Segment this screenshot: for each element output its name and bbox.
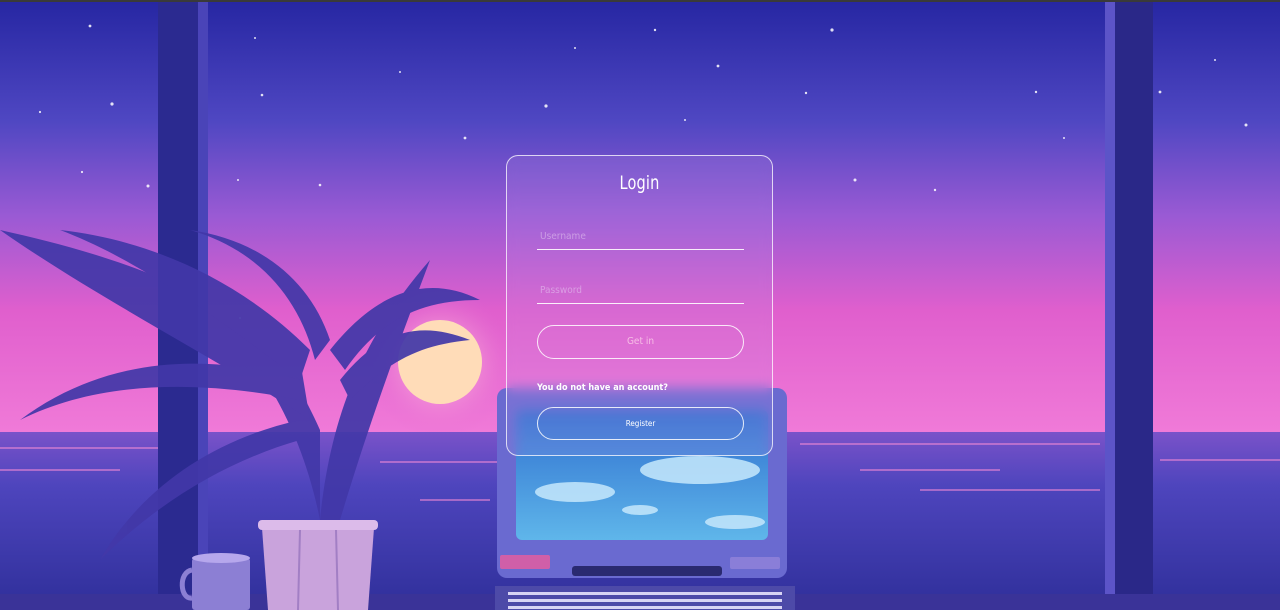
login-page: Login Get in You do not have an account?… xyxy=(0,0,1280,610)
register-button[interactable]: Register xyxy=(537,407,744,440)
no-account-text: You do not have an account? xyxy=(537,383,668,393)
username-input[interactable] xyxy=(537,224,744,250)
get-in-button[interactable]: Get in xyxy=(537,325,744,359)
browser-top-edge xyxy=(0,0,1280,2)
password-input[interactable] xyxy=(537,278,744,304)
login-title: Login xyxy=(619,172,660,194)
login-card: Login Get in You do not have an account?… xyxy=(506,155,773,456)
